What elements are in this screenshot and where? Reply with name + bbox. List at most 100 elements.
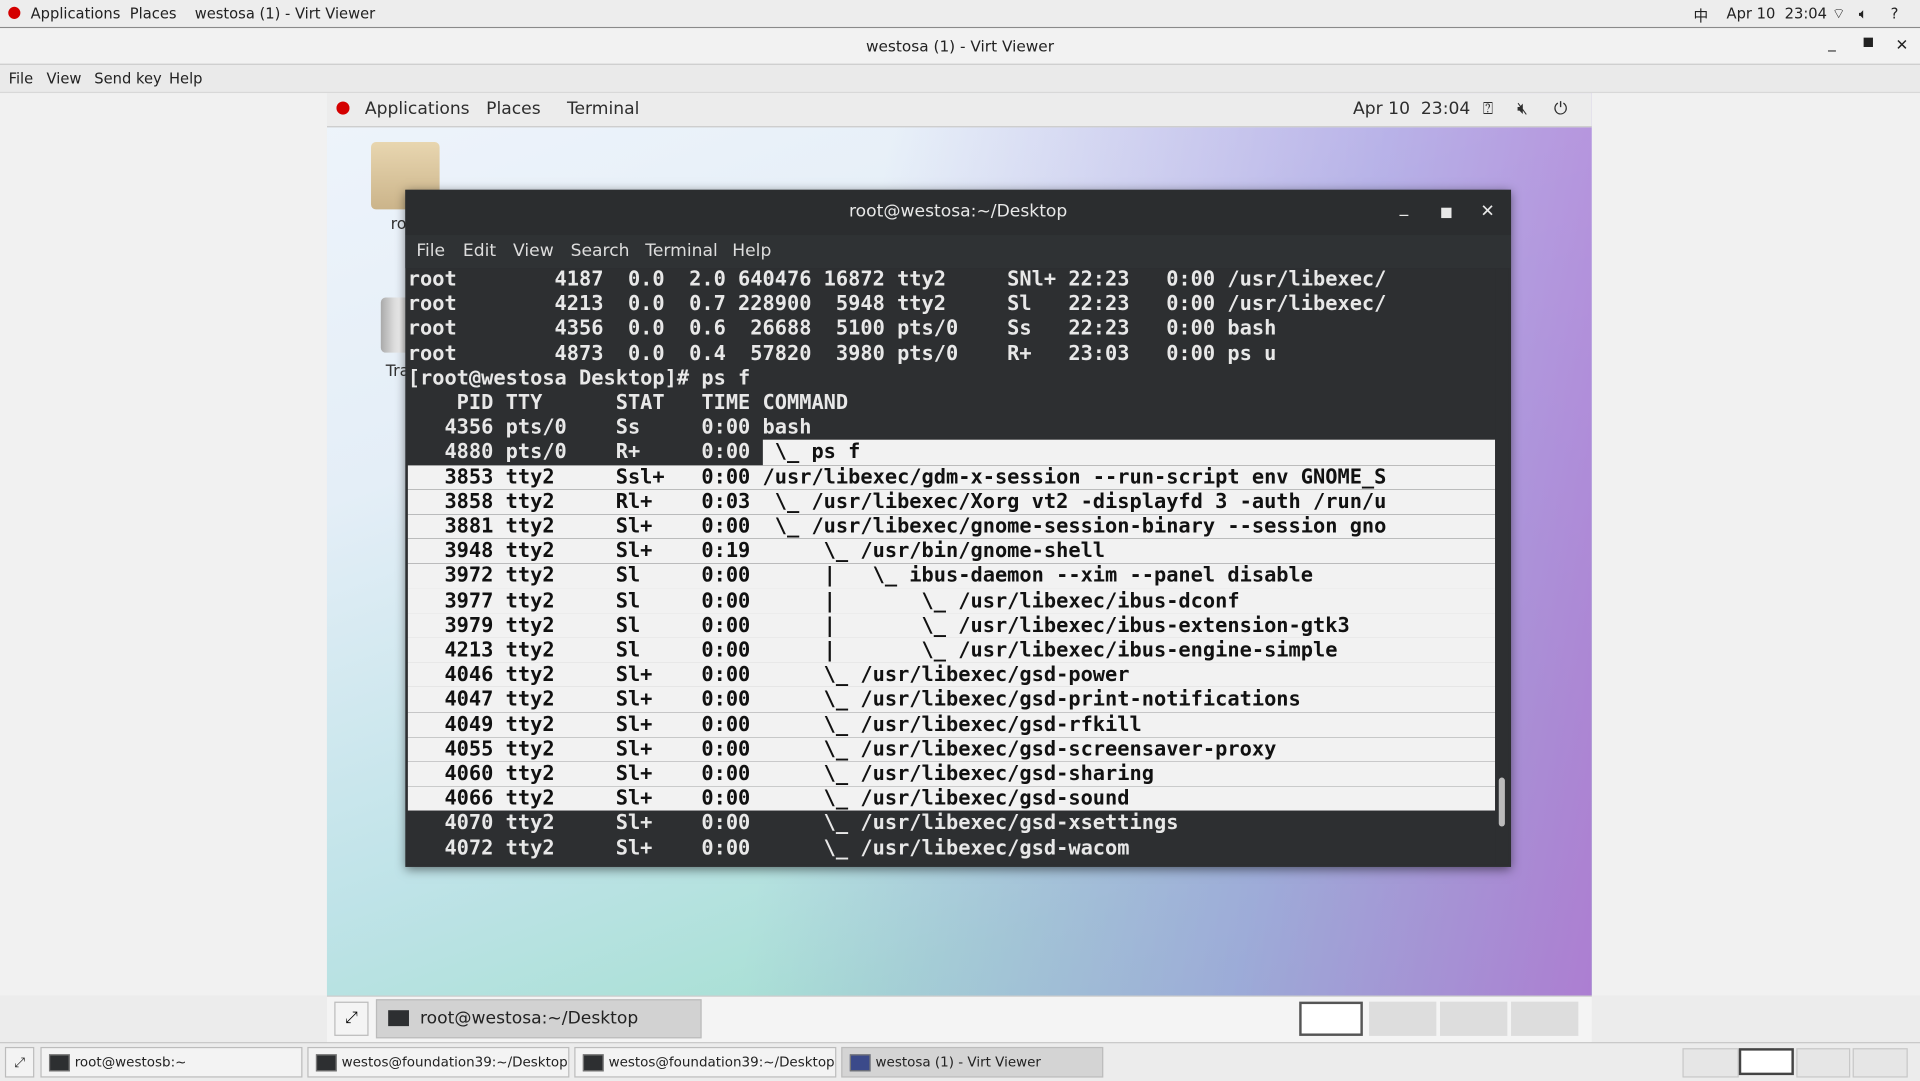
terminal-line-text: 4070 tty2 Sl+ 0:00 \_ /usr/libexec/gsd-x… — [407, 811, 1179, 835]
host-task-2[interactable]: westos@foundation39:~/Desktop — [307, 1046, 570, 1078]
selected-text[interactable]: 4049 tty2 Sl+ 0:00 \_ /usr/libexec/gsd-r… — [407, 712, 1496, 737]
terminal-line: root 4187 0.0 2.0 640476 16872 tty2 SNl+… — [408, 268, 1495, 291]
terminal-menu-view[interactable]: View — [513, 241, 554, 261]
menu-send-key[interactable]: Send key — [94, 70, 161, 87]
workspace-2[interactable] — [1368, 1001, 1437, 1036]
workspace-4[interactable] — [1511, 1001, 1579, 1036]
terminal-line-text: 4072 tty2 Sl+ 0:00 \_ /usr/libexec/gsd-w… — [407, 835, 1130, 860]
menu-view[interactable]: View — [47, 70, 82, 87]
workspace-3[interactable] — [1440, 1001, 1508, 1036]
close-button[interactable]: ✕ — [1896, 36, 1909, 54]
terminal-icon — [388, 1010, 409, 1027]
terminal-line: 3881 tty2 Sl+ 0:00 \_ /usr/libexec/gnome… — [407, 514, 1496, 540]
terminal-icon — [48, 1054, 70, 1072]
terminal-menu-help[interactable]: Help — [732, 241, 771, 261]
terminal-titlebar: root@westosa:~/Desktop _ ■ ✕ — [405, 189, 1512, 236]
host-workspace-4[interactable] — [1852, 1048, 1908, 1078]
terminal-scrollbar[interactable] — [1495, 268, 1509, 865]
terminal-menu-file[interactable]: File — [416, 241, 445, 261]
terminal-line: 4356 pts/0 Ss 0:00 bash — [408, 415, 1495, 440]
show-desktop-button[interactable]: ⤢ — [4, 1046, 35, 1078]
selected-text[interactable]: 3979 tty2 Sl 0:00 | \_ /usr/libexec/ibus… — [407, 613, 1496, 638]
guest-task-label: root@westosa:~/Desktop — [420, 1008, 639, 1029]
volume-muted-icon[interactable]: 🔇︎ — [1517, 99, 1528, 119]
terminal-line-text: root 4187 0.0 2.0 640476 16872 tty2 SNl+… — [407, 268, 1387, 291]
selected-text[interactable]: 4047 tty2 Sl+ 0:00 \_ /usr/libexec/gsd-p… — [407, 687, 1496, 713]
terminal-maximize-button[interactable]: ■ — [1440, 190, 1453, 235]
selected-text[interactable]: 4046 tty2 Sl+ 0:00 \_ /usr/libexec/gsd-p… — [407, 662, 1496, 688]
menu-help[interactable]: Help — [169, 70, 203, 87]
terminal-line: PID TTY STAT TIME COMMAND — [408, 391, 1495, 416]
minimize-button[interactable]: _ — [1828, 33, 1836, 51]
selected-text[interactable]: 4213 tty2 Sl 0:00 | \_ /usr/libexec/ibus… — [407, 637, 1496, 663]
guest-terminal-menu[interactable]: Terminal — [567, 99, 639, 119]
guest-clock[interactable]: Apr 10 23:04 — [1353, 99, 1470, 119]
host-task-4[interactable]: westosa (1) - Virt Viewer — [841, 1046, 1104, 1078]
terminal-menubar: File Edit View Search Terminal Help — [405, 235, 1512, 269]
help-icon[interactable]: ? — [1891, 5, 1899, 22]
host-workspace-3[interactable] — [1796, 1048, 1851, 1078]
terminal-menu-terminal[interactable]: Terminal — [645, 241, 717, 261]
terminal-line: 4060 tty2 Sl+ 0:00 \_ /usr/libexec/gsd-s… — [407, 761, 1496, 787]
host-applications-menu[interactable]: Applications — [31, 5, 121, 22]
redhat-icon: ● — [335, 97, 351, 118]
terminal-line: root 4873 0.0 0.4 57820 3980 pts/0 R+ 23… — [408, 341, 1495, 366]
terminal-line: 4046 tty2 Sl+ 0:00 \_ /usr/libexec/gsd-p… — [407, 662, 1496, 688]
show-desktop-button[interactable]: ⤢ — [334, 1001, 369, 1036]
guest-task-terminal[interactable]: root@westosa:~/Desktop — [375, 999, 702, 1039]
guest-applications-menu[interactable]: Applications — [365, 99, 470, 119]
host-task-1[interactable]: root@westosb:~ — [40, 1046, 303, 1078]
selected-text[interactable]: 4060 tty2 Sl+ 0:00 \_ /usr/libexec/gsd-s… — [407, 761, 1496, 787]
terminal-line: 4049 tty2 Sl+ 0:00 \_ /usr/libexec/gsd-r… — [407, 712, 1496, 737]
selected-text[interactable]: 3948 tty2 Sl+ 0:19 \_ /usr/bin/gnome-she… — [407, 539, 1496, 564]
accessibility-icon[interactable]: ⍰ — [1483, 99, 1493, 119]
terminal-line: [root@westosa Desktop]# ps f — [408, 366, 1495, 391]
scrollbar-thumb[interactable] — [1498, 777, 1505, 827]
selected-text[interactable]: \_ ps f — [762, 440, 1496, 465]
selected-text[interactable]: 3858 tty2 Rl+ 0:03 \_ /usr/libexec/Xorg … — [407, 489, 1496, 515]
terminal-icon — [315, 1054, 337, 1072]
terminal-line: 3858 tty2 Rl+ 0:03 \_ /usr/libexec/Xorg … — [407, 489, 1496, 515]
terminal-line-text: PID TTY STAT TIME COMMAND — [407, 390, 849, 414]
host-task-3[interactable]: westos@foundation39:~/Desktop — [574, 1046, 837, 1078]
terminal-line: 4047 tty2 Sl+ 0:00 \_ /usr/libexec/gsd-p… — [407, 687, 1496, 713]
guest-places-menu[interactable]: Places — [486, 99, 541, 119]
power-icon[interactable]: ⏻ — [1554, 99, 1568, 119]
selected-text[interactable]: 4066 tty2 Sl+ 0:00 \_ /usr/libexec/gsd-s… — [407, 786, 1496, 812]
selected-text[interactable]: 3972 tty2 Sl 0:00 | \_ ibus-daemon --xim… — [407, 563, 1496, 589]
terminal-line: 4880 pts/0 R+ 0:00 \_ ps f — [408, 440, 1496, 465]
viewer-menubar: File View Send key Help — [0, 64, 1920, 94]
guest-top-panel: ● Applications Places Terminal Apr 10 23… — [326, 93, 1592, 128]
terminal-line-text: root 4873 0.0 0.4 57820 3980 pts/0 R+ 23… — [407, 341, 1277, 365]
viewer-title: westosa (1) - Virt Viewer — [865, 36, 1054, 56]
terminal-line: root 4356 0.0 0.6 26688 5100 pts/0 Ss 22… — [408, 316, 1495, 341]
host-clock[interactable]: Apr 10 23:04 — [1727, 5, 1827, 22]
workspace-1[interactable] — [1299, 1001, 1363, 1036]
wifi-icon[interactable]: ⌔ — [1832, 5, 1846, 23]
terminal-line-text: [root@westosa Desktop]# ps f — [407, 365, 751, 390]
host-workspace-1[interactable] — [1682, 1048, 1739, 1078]
selected-text[interactable]: 3853 tty2 Ssl+ 0:00 /usr/libexec/gdm-x-s… — [407, 464, 1496, 490]
terminal-icon — [582, 1054, 604, 1072]
volume-icon[interactable]: 🔈︎ — [1859, 5, 1868, 23]
selected-text[interactable]: 3881 tty2 Sl+ 0:00 \_ /usr/libexec/gnome… — [407, 514, 1496, 540]
maximize-button[interactable]: ■ — [1862, 36, 1874, 49]
input-method-indicator[interactable]: 中 — [1693, 5, 1708, 26]
host-places-menu[interactable]: Places — [130, 5, 177, 22]
selected-text[interactable]: 3977 tty2 Sl 0:00 | \_ /usr/libexec/ibus… — [407, 588, 1496, 614]
terminal-close-button[interactable]: ✕ — [1480, 190, 1494, 235]
terminal-window[interactable]: root@westosa:~/Desktop _ ■ ✕ File Edit V… — [405, 189, 1512, 867]
host-workspace-2[interactable] — [1738, 1048, 1794, 1076]
terminal-minimize-button[interactable]: _ — [1400, 185, 1409, 230]
terminal-line: 3853 tty2 Ssl+ 0:00 /usr/libexec/gdm-x-s… — [407, 464, 1496, 490]
terminal-menu-edit[interactable]: Edit — [463, 241, 496, 261]
terminal-output[interactable]: root 4187 0.0 2.0 640476 16872 tty2 SNl+… — [407, 268, 1496, 865]
terminal-menu-search[interactable]: Search — [571, 241, 630, 261]
host-task-label: westosa (1) - Virt Viewer — [875, 1054, 1041, 1071]
host-active-window[interactable]: westosa (1) - Virt Viewer — [195, 5, 375, 22]
terminal-line: 3977 tty2 Sl 0:00 | \_ /usr/libexec/ibus… — [407, 588, 1496, 614]
host-taskbar: ⤢ root@westosb:~ westos@foundation39:~/D… — [0, 1042, 1920, 1081]
menu-file[interactable]: File — [9, 70, 34, 87]
selected-text[interactable]: 4055 tty2 Sl+ 0:00 \_ /usr/libexec/gsd-s… — [407, 736, 1496, 762]
terminal-title: root@westosa:~/Desktop — [849, 202, 1068, 222]
